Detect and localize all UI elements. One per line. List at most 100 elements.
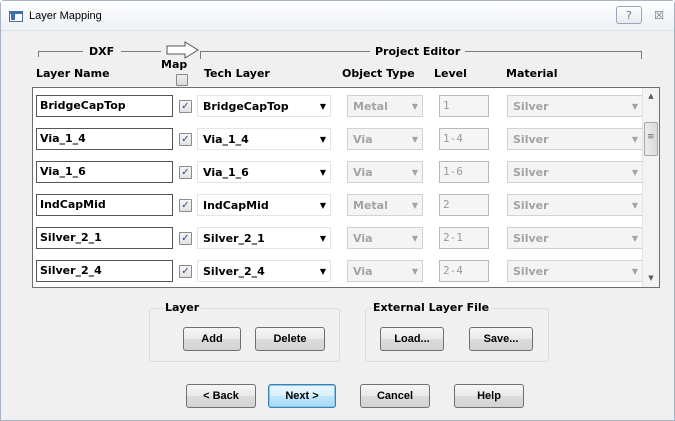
level-field: 1-6 [439, 161, 489, 183]
layer-name-field[interactable]: Via_1_6 [36, 161, 173, 183]
tech-layer-value: Silver_2_4 [203, 265, 265, 278]
chevron-down-icon: ▼ [319, 168, 326, 177]
layer-name-field[interactable]: Silver_2_4 [36, 260, 173, 282]
object-type-value: Metal [353, 100, 388, 113]
help-button[interactable]: Help [454, 384, 524, 408]
window-title: Layer Mapping [29, 10, 102, 22]
tech-layer-dropdown[interactable]: IndCapMid ▼ [197, 194, 331, 216]
back-button[interactable]: < Back [186, 384, 256, 408]
external-layer-file-label: External Layer File [371, 301, 492, 314]
col-header-map: Map [161, 58, 188, 71]
level-field: 2-1 [439, 227, 489, 249]
object-type-dropdown: Metal ▼ [347, 95, 423, 117]
layer-name-field[interactable]: Via_1_4 [36, 128, 173, 150]
grid-scrollbar[interactable]: ▲ ▼ [642, 88, 659, 287]
close-button[interactable]: ☒ [647, 6, 671, 24]
object-type-value: Via [353, 232, 373, 245]
layer-grid: BridgeCapTop ✓ BridgeCapTop ▼ Metal ▼ 1 Si… [32, 87, 660, 288]
chevron-down-icon: ▼ [631, 267, 638, 276]
save-file-button[interactable]: Save... [469, 327, 533, 351]
chevron-down-icon: ▼ [411, 102, 418, 111]
object-type-value: Via [353, 265, 373, 278]
tech-layer-dropdown[interactable]: Silver_2_4 ▼ [197, 260, 331, 282]
cancel-button[interactable]: Cancel [360, 384, 430, 408]
delete-layer-button[interactable]: Delete [255, 327, 325, 351]
object-type-dropdown: Via ▼ [347, 161, 423, 183]
col-header-layer-name: Layer Name [36, 67, 110, 80]
material-value: Silver [513, 199, 549, 212]
level-field: 2 [439, 194, 489, 216]
col-header-material: Material [506, 67, 558, 80]
table-row: Via_1_6 ✓ Via_1_6 ▼ Via ▼ 1-6 Silver ▼ [33, 161, 643, 189]
chevron-down-icon: ▼ [631, 168, 638, 177]
layer-name-field[interactable]: BridgeCapTop [36, 95, 173, 117]
tech-layer-dropdown[interactable]: BridgeCapTop ▼ [197, 95, 331, 117]
chevron-down-icon: ▼ [411, 201, 418, 210]
app-window-icon [9, 11, 23, 22]
table-row: IndCapMid ✓ IndCapMid ▼ Metal ▼ 2 Silver ▼ [33, 194, 643, 222]
material-value: Silver [513, 232, 549, 245]
object-type-value: Via [353, 133, 373, 146]
layer-name-field[interactable]: IndCapMid [36, 194, 173, 216]
scroll-up-icon[interactable]: ▲ [643, 88, 659, 105]
material-dropdown: Silver ▼ [507, 227, 643, 249]
object-type-dropdown: Metal ▼ [347, 194, 423, 216]
chevron-down-icon: ▼ [411, 267, 418, 276]
chevron-down-icon: ▼ [411, 234, 418, 243]
chevron-down-icon: ▼ [319, 201, 326, 210]
add-layer-button[interactable]: Add [183, 327, 241, 351]
tech-layer-dropdown[interactable]: Via_1_4 ▼ [197, 128, 331, 150]
col-header-level: Level [434, 67, 467, 80]
table-row: Silver_2_4 ✓ Silver_2_4 ▼ Via ▼ 2-4 Silver… [33, 260, 643, 288]
map-checkbox[interactable]: ✓ [179, 265, 192, 278]
tech-layer-value: Silver_2_1 [203, 232, 265, 245]
tech-layer-dropdown[interactable]: Silver_2_1 ▼ [197, 227, 331, 249]
map-all-checkbox[interactable] [176, 74, 188, 86]
load-file-button[interactable]: Load... [380, 327, 444, 351]
tech-layer-value: Via_1_6 [203, 166, 249, 179]
material-dropdown: Silver ▼ [507, 161, 643, 183]
tech-layer-dropdown[interactable]: Via_1_6 ▼ [197, 161, 331, 183]
chevron-down-icon: ▼ [319, 102, 326, 111]
level-field: 1 [439, 95, 489, 117]
dxf-bracket-line-right [121, 51, 161, 52]
layer-group-label: Layer [163, 301, 202, 314]
level-field: 2-4 [439, 260, 489, 282]
project-bracket-line-right [465, 51, 641, 52]
map-checkbox[interactable]: ✓ [179, 133, 192, 146]
next-button[interactable]: Next > [268, 384, 336, 408]
col-header-object-type: Object Type [342, 67, 415, 80]
scrollbar-thumb[interactable] [644, 122, 658, 156]
map-checkbox[interactable]: ✓ [179, 166, 192, 179]
object-type-dropdown: Via ▼ [347, 227, 423, 249]
map-checkbox[interactable]: ✓ [179, 232, 192, 245]
layer-name-field[interactable]: Silver_2_1 [36, 227, 173, 249]
level-field: 1-4 [439, 128, 489, 150]
material-dropdown: Silver ▼ [507, 260, 643, 282]
material-dropdown: Silver ▼ [507, 95, 643, 117]
dialog-body: DXF Project Editor Layer Name Map Tech L… [9, 32, 668, 414]
material-value: Silver [513, 166, 549, 179]
tech-layer-value: Via_1_4 [203, 133, 249, 146]
material-value: Silver [513, 100, 549, 113]
material-dropdown: Silver ▼ [507, 128, 643, 150]
chevron-down-icon: ▼ [631, 201, 638, 210]
scroll-down-icon[interactable]: ▼ [643, 270, 659, 287]
help-title-button[interactable]: ? [616, 6, 642, 24]
chevron-down-icon: ▼ [319, 234, 326, 243]
map-checkbox[interactable]: ✓ [179, 199, 192, 212]
col-header-tech-layer: Tech Layer [204, 67, 270, 80]
dxf-group-label: DXF [89, 45, 115, 58]
project-bracket-right [641, 51, 642, 59]
project-bracket-line-left [200, 51, 370, 52]
chevron-down-icon: ▼ [319, 135, 326, 144]
object-type-dropdown: Via ▼ [347, 128, 423, 150]
chevron-down-icon: ▼ [631, 234, 638, 243]
chevron-down-icon: ▼ [319, 267, 326, 276]
project-editor-label: Project Editor [375, 45, 461, 58]
object-type-value: Via [353, 166, 373, 179]
title-bar: Layer Mapping ? ☒ [1, 1, 674, 31]
map-checkbox[interactable]: ✓ [179, 100, 192, 113]
chevron-down-icon: ▼ [631, 135, 638, 144]
chevron-down-icon: ▼ [631, 102, 638, 111]
